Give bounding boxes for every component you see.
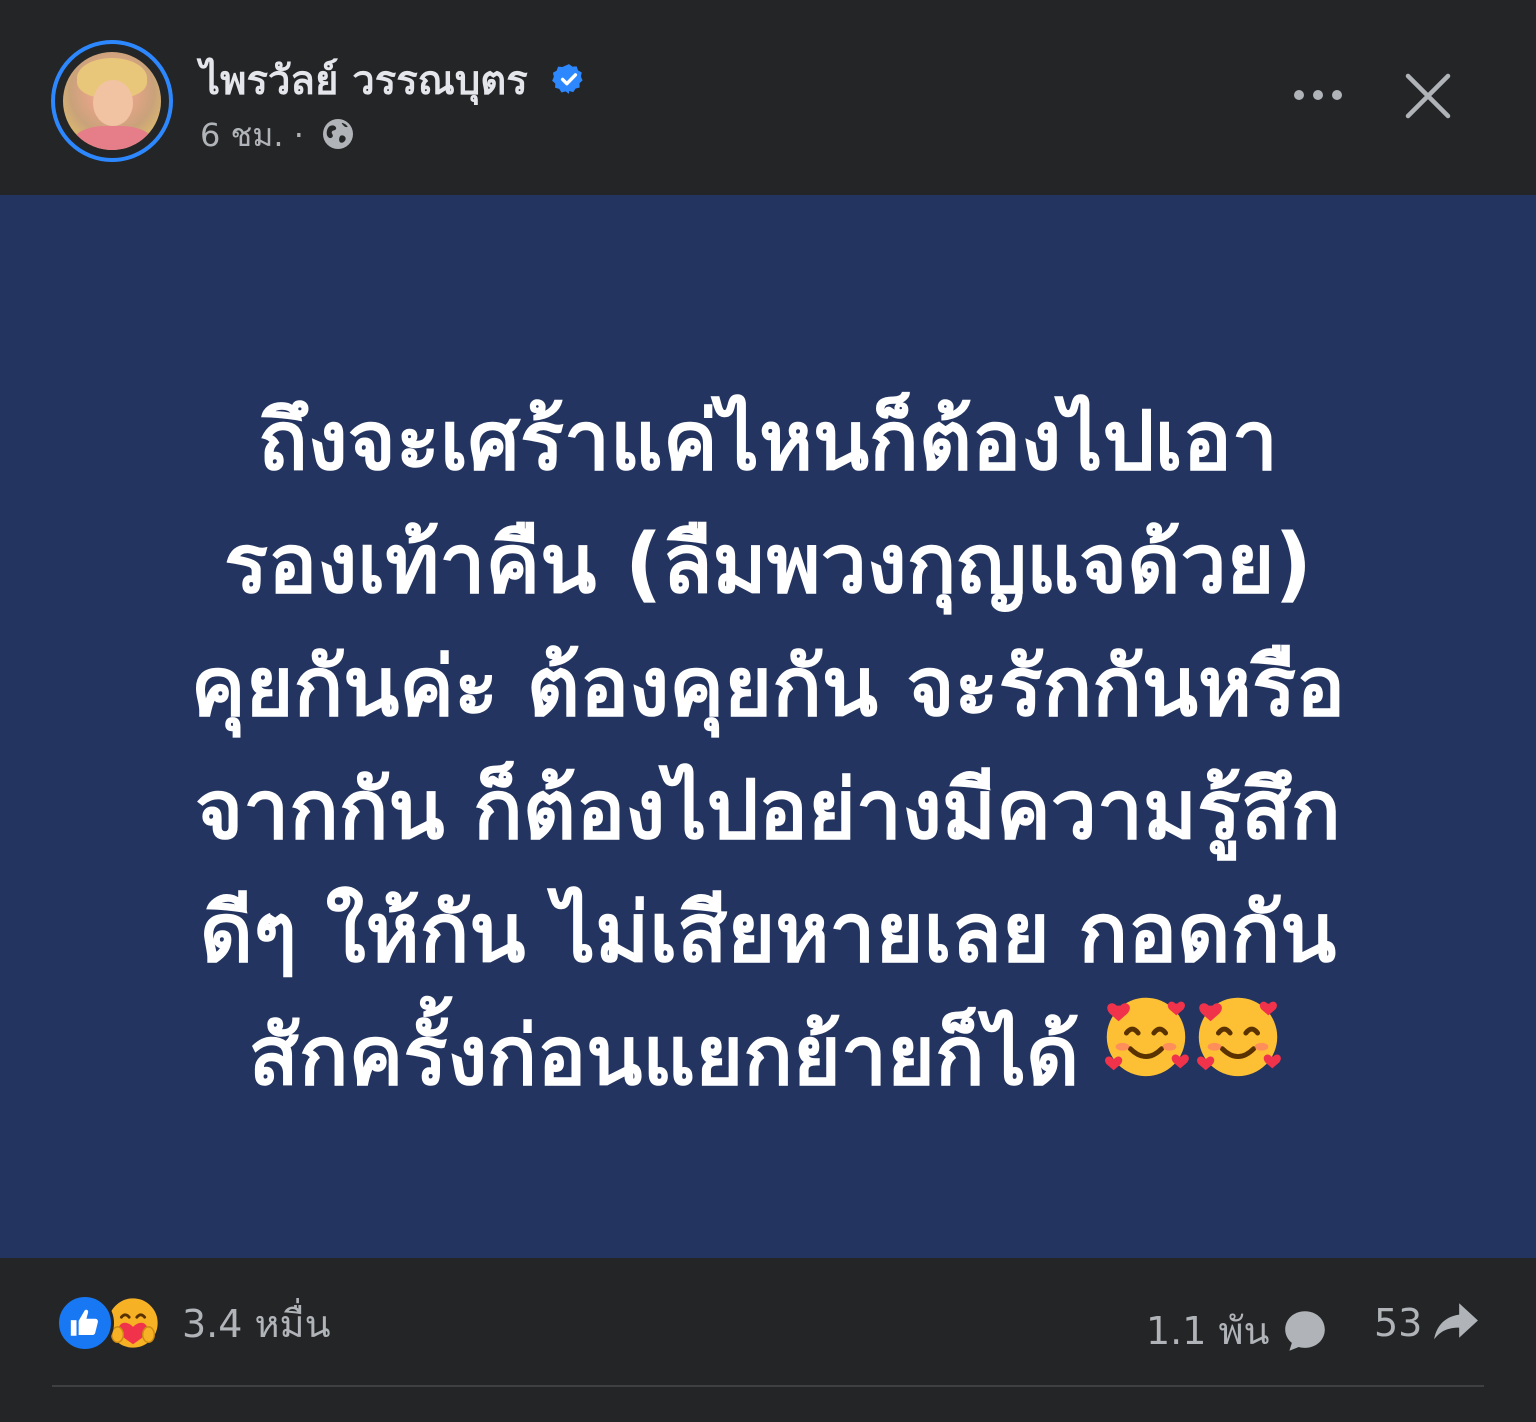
close-icon[interactable] [1398, 66, 1458, 126]
like-icon [56, 1294, 114, 1352]
post-text-card: ถึงจะเศร้าแค่ไหนก็ต้องไปเอา รองเท้าคืน (… [0, 195, 1536, 1258]
smiling-face-with-hearts-icon [1105, 997, 1190, 1076]
share-icon [1434, 1303, 1479, 1340]
meta-separator: · [293, 116, 304, 154]
globe-icon [323, 119, 354, 149]
avatar-image [63, 52, 161, 150]
post-text-line: ดีๆ ให้กัน ไม่เสียหายเลย กอดกัน [199, 886, 1337, 981]
post-text-line: คุยกันค่ะ ต้องคุยกัน จะรักกันหรือ [190, 640, 1346, 735]
post-text-line: สักครั้งก่อนแยกย้ายก็ได้ [248, 1009, 1080, 1104]
avatar[interactable] [51, 40, 173, 162]
post-text-line: จากกัน ก็ต้องไปอย่างมีความรู้สึก [195, 763, 1341, 858]
post-text-line: ถึงจะเศร้าแค่ไหนก็ต้องไปเอา [258, 394, 1278, 489]
divider [52, 1385, 1484, 1387]
more-options-button[interactable] [1288, 72, 1348, 116]
post-text: ถึงจะเศร้าแค่ไหนก็ต้องไปเอา รองเท้าคืน (… [60, 380, 1476, 1128]
post-text-line: รองเท้าคืน (ลืมพวงกุญแจด้วย) [223, 517, 1313, 612]
comment-count: 1.1 พัน [1146, 1309, 1270, 1353]
reaction-count[interactable]: 3.4 หมื่น [182, 1293, 331, 1354]
comment-count-link[interactable]: 1.1 พัน [1146, 1300, 1330, 1361]
post-meta: 6 ชม. · [200, 110, 356, 161]
post-footer: 3.4 หมื่น 1.1 พัน 53 [0, 1258, 1536, 1422]
post-header: ไพรวัลย์ วรรณบุตร 6 ชม. · [0, 0, 1536, 195]
reactions-summary[interactable]: 3.4 หมื่น [56, 1293, 331, 1353]
author-name: ไพรวัลย์ วรรณบุตร [200, 58, 528, 104]
post-timestamp[interactable]: 6 ชม. [200, 116, 284, 154]
author-name-link[interactable]: ไพรวัลย์ วรรณบุตร [200, 48, 586, 112]
smiling-face-with-hearts-icon [1197, 997, 1282, 1076]
share-count: 53 [1374, 1301, 1423, 1345]
comment-icon [1284, 1310, 1325, 1351]
emoji-group [1103, 986, 1287, 1118]
share-count-link[interactable]: 53 [1374, 1300, 1480, 1346]
post-text-line-last: สักครั้งก่อนแยกย้ายก็ได้ [60, 995, 1476, 1128]
verified-badge-icon [551, 64, 583, 94]
